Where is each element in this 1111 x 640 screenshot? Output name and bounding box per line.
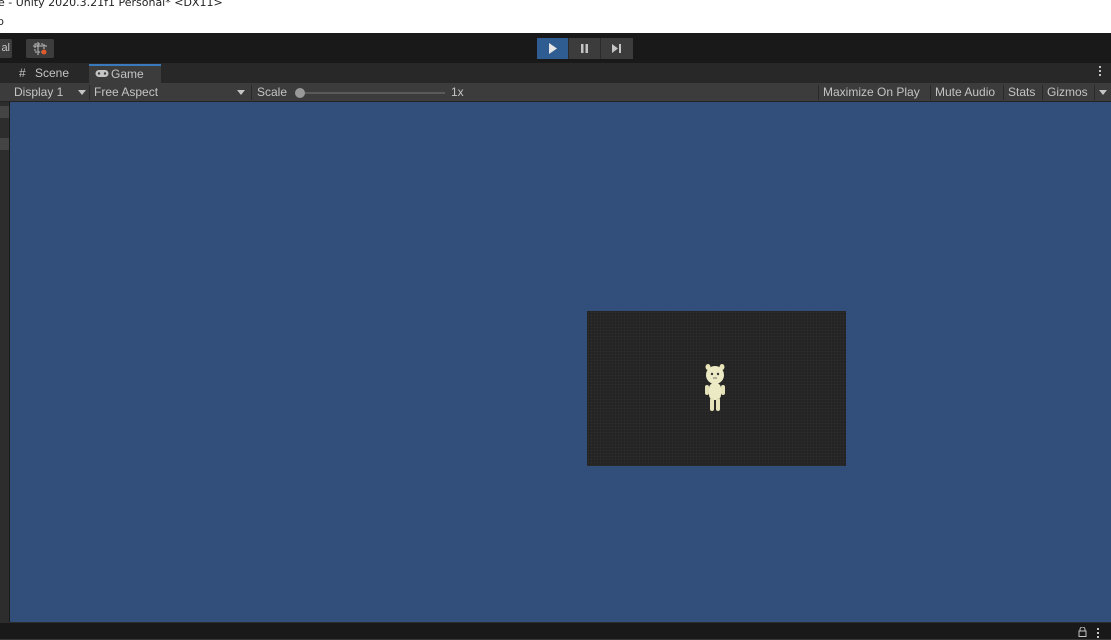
display-dropdown-arrow-icon[interactable] bbox=[78, 90, 86, 95]
gizmos-dropdown-arrow-icon[interactable] bbox=[1099, 90, 1107, 95]
pause-button[interactable] bbox=[569, 38, 601, 59]
editor-tab-bar: # Scene Game bbox=[0, 63, 1111, 83]
play-button[interactable] bbox=[537, 38, 569, 59]
tab-game[interactable]: Game bbox=[89, 64, 161, 83]
scale-slider-handle[interactable] bbox=[295, 88, 305, 98]
left-panel-item[interactable] bbox=[0, 106, 9, 118]
step-button[interactable] bbox=[601, 38, 633, 59]
aspect-dropdown[interactable]: Free Aspect bbox=[94, 83, 158, 102]
stats-toggle[interactable]: Stats bbox=[1008, 83, 1035, 102]
character-sprite bbox=[705, 364, 725, 411]
rect-transform-tool-button[interactable] bbox=[26, 39, 54, 58]
play-icon bbox=[549, 43, 557, 54]
window-titlebar: e - Unity 2020.3.21f1 Personal* <DX11> p bbox=[0, 0, 1111, 33]
rect-transform-icon bbox=[33, 42, 47, 55]
main-toolbar: al bbox=[0, 33, 1111, 63]
left-panel-item[interactable] bbox=[0, 138, 9, 150]
mute-audio-toggle[interactable]: Mute Audio bbox=[935, 83, 995, 102]
toolbar-left-button[interactable]: al bbox=[0, 39, 12, 58]
tab-menu-icon[interactable] bbox=[1099, 66, 1103, 78]
step-icon bbox=[612, 44, 621, 53]
scale-slider-track[interactable] bbox=[300, 92, 445, 94]
tab-game-label: Game bbox=[111, 67, 144, 81]
game-viewport[interactable] bbox=[10, 102, 1111, 622]
divider bbox=[89, 85, 90, 100]
left-panel-edge bbox=[0, 102, 10, 622]
scale-value: 1x bbox=[451, 85, 464, 99]
tab-scene-label: Scene bbox=[35, 66, 70, 80]
divider bbox=[1042, 85, 1043, 100]
menu-fragment[interactable]: p bbox=[0, 15, 4, 28]
game-view-toolbar: Display 1 Free Aspect Scale 1x Maximize … bbox=[0, 83, 1111, 102]
divider bbox=[930, 85, 931, 100]
status-bar bbox=[0, 622, 1111, 639]
status-menu-icon[interactable] bbox=[1097, 628, 1101, 640]
window-title: e - Unity 2020.3.21f1 Personal* <DX11> bbox=[0, 0, 223, 9]
display-dropdown[interactable]: Display 1 bbox=[14, 83, 63, 102]
gamepad-icon bbox=[95, 66, 109, 83]
maximize-on-play-toggle[interactable]: Maximize On Play bbox=[823, 83, 920, 102]
gizmos-toggle[interactable]: Gizmos bbox=[1047, 83, 1088, 102]
pause-icon bbox=[581, 44, 588, 53]
scale-label: Scale bbox=[257, 85, 288, 99]
divider bbox=[1094, 85, 1095, 100]
divider bbox=[251, 85, 252, 100]
divider bbox=[1003, 85, 1004, 100]
lock-icon[interactable] bbox=[1078, 627, 1087, 637]
tab-scene[interactable]: # Scene bbox=[13, 64, 89, 83]
grid-icon: # bbox=[19, 66, 26, 80]
play-controls bbox=[537, 38, 633, 59]
aspect-dropdown-arrow-icon[interactable] bbox=[237, 90, 245, 95]
game-render-area[interactable] bbox=[587, 311, 846, 466]
divider bbox=[818, 85, 819, 100]
